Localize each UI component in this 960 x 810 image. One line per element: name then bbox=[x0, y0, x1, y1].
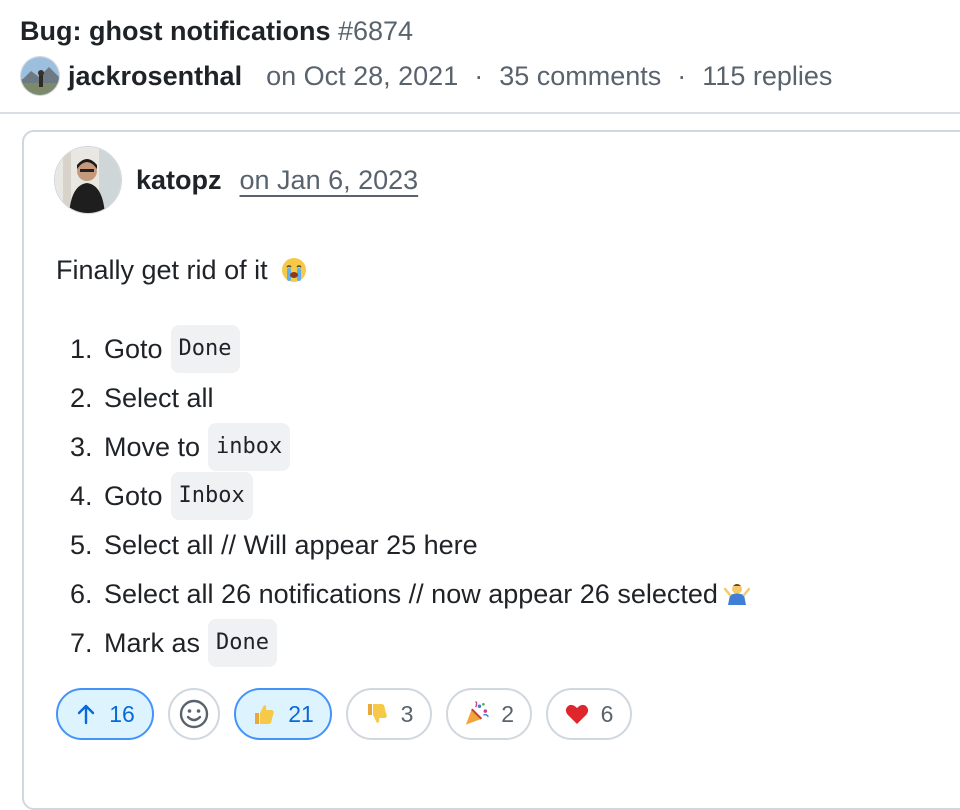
step-text: Move to bbox=[104, 431, 201, 462]
step-number: 5. bbox=[70, 529, 93, 560]
upvote-count: 16 bbox=[109, 700, 135, 727]
inline-code: inbox bbox=[208, 422, 291, 471]
intro-text: Finally get rid of it bbox=[56, 255, 268, 285]
thumbs-down-icon bbox=[367, 704, 387, 723]
list-item: 4. Goto Inbox bbox=[70, 471, 750, 520]
reactions-bar: 16 21 3 2 6 bbox=[56, 688, 646, 740]
comment-card: katopz on Jan 6, 2023 Finally get rid of… bbox=[22, 130, 960, 810]
heart-count: 6 bbox=[600, 700, 614, 727]
step-text: Mark as bbox=[104, 627, 201, 658]
heart-icon bbox=[565, 704, 588, 724]
step-number: 1. bbox=[70, 333, 93, 364]
steps-list: 1. Goto Done 2. Select all 3. Move to in… bbox=[70, 324, 750, 667]
step-number: 3. bbox=[70, 431, 93, 462]
discussion-date: on Oct 28, 2021 bbox=[266, 61, 459, 91]
thumbs-down-count: 3 bbox=[400, 700, 414, 727]
separator: · bbox=[677, 61, 687, 91]
comment-intro: Finally get rid of it bbox=[56, 250, 307, 290]
shrug-icon bbox=[723, 583, 750, 605]
upvote-button[interactable]: 16 bbox=[56, 688, 154, 740]
commenter-avatar[interactable] bbox=[54, 146, 122, 214]
separator: · bbox=[474, 61, 484, 91]
step-number: 6. bbox=[70, 578, 93, 609]
inline-code: Done bbox=[208, 618, 278, 667]
author-avatar[interactable] bbox=[20, 56, 60, 96]
heart-reaction[interactable]: 6 bbox=[546, 688, 632, 740]
list-item: 3. Move to inbox bbox=[70, 422, 750, 471]
thumbs-up-reaction[interactable]: 21 bbox=[234, 688, 332, 740]
arrow-up-icon bbox=[78, 704, 95, 725]
comment-header: katopz on Jan 6, 2023 bbox=[54, 146, 418, 214]
comment-count: 35 comments bbox=[499, 61, 662, 91]
step-number: 4. bbox=[70, 480, 93, 511]
step-text: Select all 26 notifications // now appea… bbox=[104, 578, 718, 609]
reply-count: 115 replies bbox=[702, 61, 833, 91]
inline-code: Inbox bbox=[170, 471, 253, 520]
list-item: 2. Select all bbox=[70, 373, 750, 422]
discussion-meta: jackrosenthal on Oct 28, 2021 · 35 comme… bbox=[20, 56, 832, 96]
discussion-author[interactable]: jackrosenthal bbox=[68, 58, 242, 94]
smiley-icon bbox=[179, 699, 209, 729]
title-text: Bug: ghost notifications bbox=[20, 16, 331, 46]
add-reaction-button[interactable] bbox=[168, 688, 220, 740]
discussion-number[interactable]: #6874 bbox=[338, 16, 413, 46]
inline-code: Done bbox=[170, 324, 240, 373]
step-text: Select all // Will appear 25 here bbox=[104, 529, 478, 560]
step-text: Select all bbox=[104, 382, 214, 413]
discussion-title: Bug: ghost notifications #6874 bbox=[20, 14, 960, 48]
step-text: Goto bbox=[104, 480, 163, 511]
hooray-reaction[interactable]: 2 bbox=[446, 688, 532, 740]
step-text: Goto bbox=[104, 333, 163, 364]
thumbs-up-icon bbox=[255, 705, 275, 724]
list-item: 1. Goto Done bbox=[70, 324, 750, 373]
party-popper-icon bbox=[465, 701, 489, 725]
list-item: 6. Select all 26 notifications // now ap… bbox=[70, 569, 750, 618]
list-item: 5. Select all // Will appear 25 here bbox=[70, 520, 750, 569]
list-item: 7. Mark as Done bbox=[70, 618, 750, 667]
step-number: 2. bbox=[70, 382, 93, 413]
comment-author[interactable]: katopz bbox=[136, 165, 222, 196]
loudly-crying-face-icon bbox=[282, 258, 307, 282]
step-number: 7. bbox=[70, 627, 93, 658]
thumbs-down-reaction[interactable]: 3 bbox=[346, 688, 432, 740]
hooray-count: 2 bbox=[501, 700, 514, 727]
discussion-header: Bug: ghost notifications #6874 jackrosen… bbox=[20, 14, 960, 96]
header-divider bbox=[0, 112, 960, 114]
thumbs-up-count: 21 bbox=[288, 700, 314, 727]
comment-date-link[interactable]: on Jan 6, 2023 bbox=[240, 165, 419, 196]
